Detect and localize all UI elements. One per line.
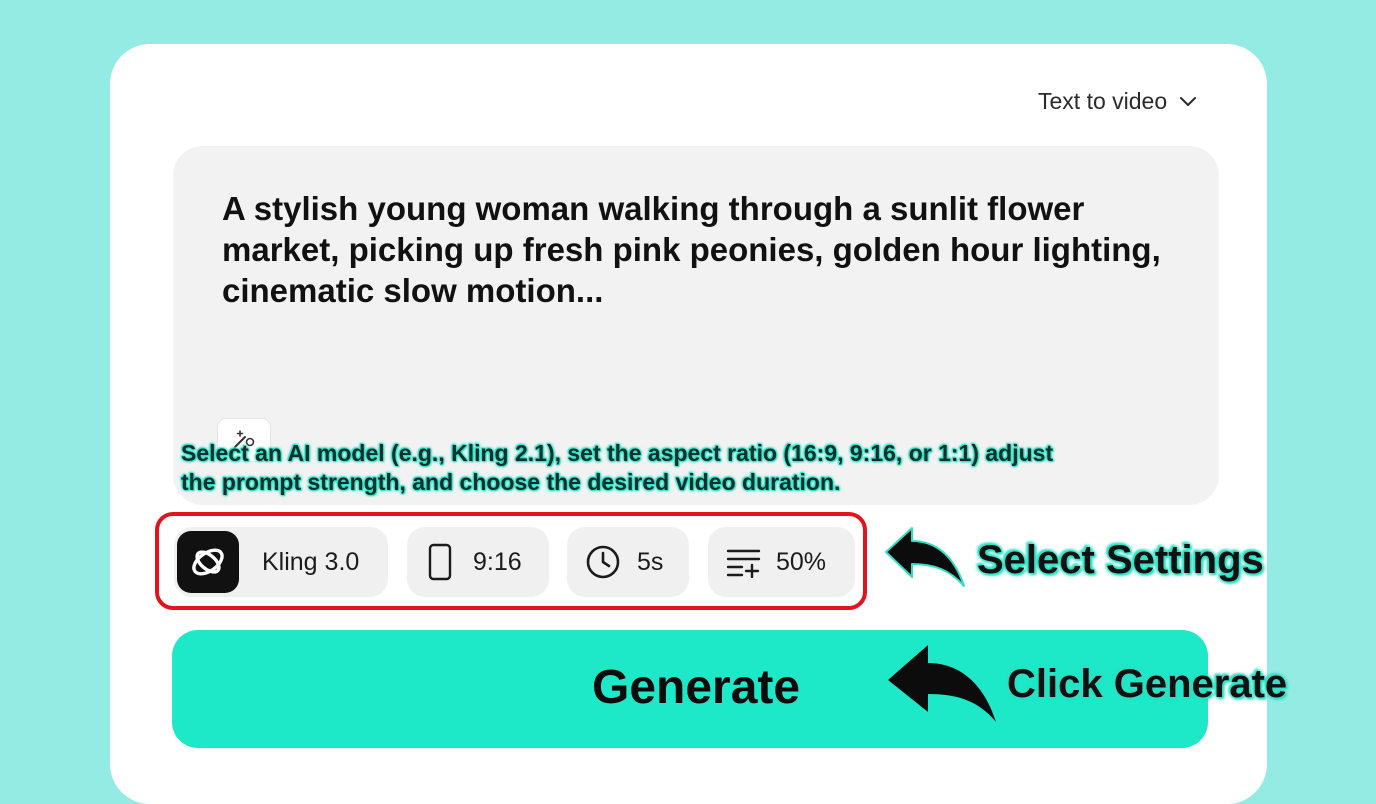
mode-selector-label: Text to video: [1038, 87, 1168, 114]
strength-label: 50%: [776, 547, 827, 576]
list-add-icon: [726, 549, 761, 578]
prompt-text[interactable]: A stylish young woman walking through a …: [222, 188, 1182, 311]
kling-logo-icon: [177, 531, 239, 593]
click-generate-callout: Click Generate: [1007, 662, 1288, 706]
curved-arrow-icon: [888, 645, 996, 722]
aspect-ratio-selector[interactable]: 9:16: [407, 527, 549, 597]
strength-selector[interactable]: 50%: [708, 527, 855, 597]
generate-button-label[interactable]: Generate: [592, 660, 800, 715]
model-selector[interactable]: Kling 3.0: [174, 527, 388, 597]
mode-selector[interactable]: Text to video: [1038, 86, 1199, 116]
duration-selector[interactable]: 5s: [567, 527, 689, 597]
instruction-overlay: Select an AI model (e.g., Kling 2.1), se…: [181, 440, 1054, 495]
select-settings-callout: Select Settings: [977, 538, 1264, 582]
chevron-down-icon: [1180, 97, 1197, 106]
portrait-phone-icon: [428, 543, 452, 581]
duration-label: 5s: [637, 547, 664, 576]
model-label: Kling 3.0: [262, 547, 360, 576]
aspect-ratio-label: 9:16: [473, 547, 522, 576]
clock-icon: [586, 545, 620, 579]
curved-arrow-icon: [885, 527, 965, 587]
